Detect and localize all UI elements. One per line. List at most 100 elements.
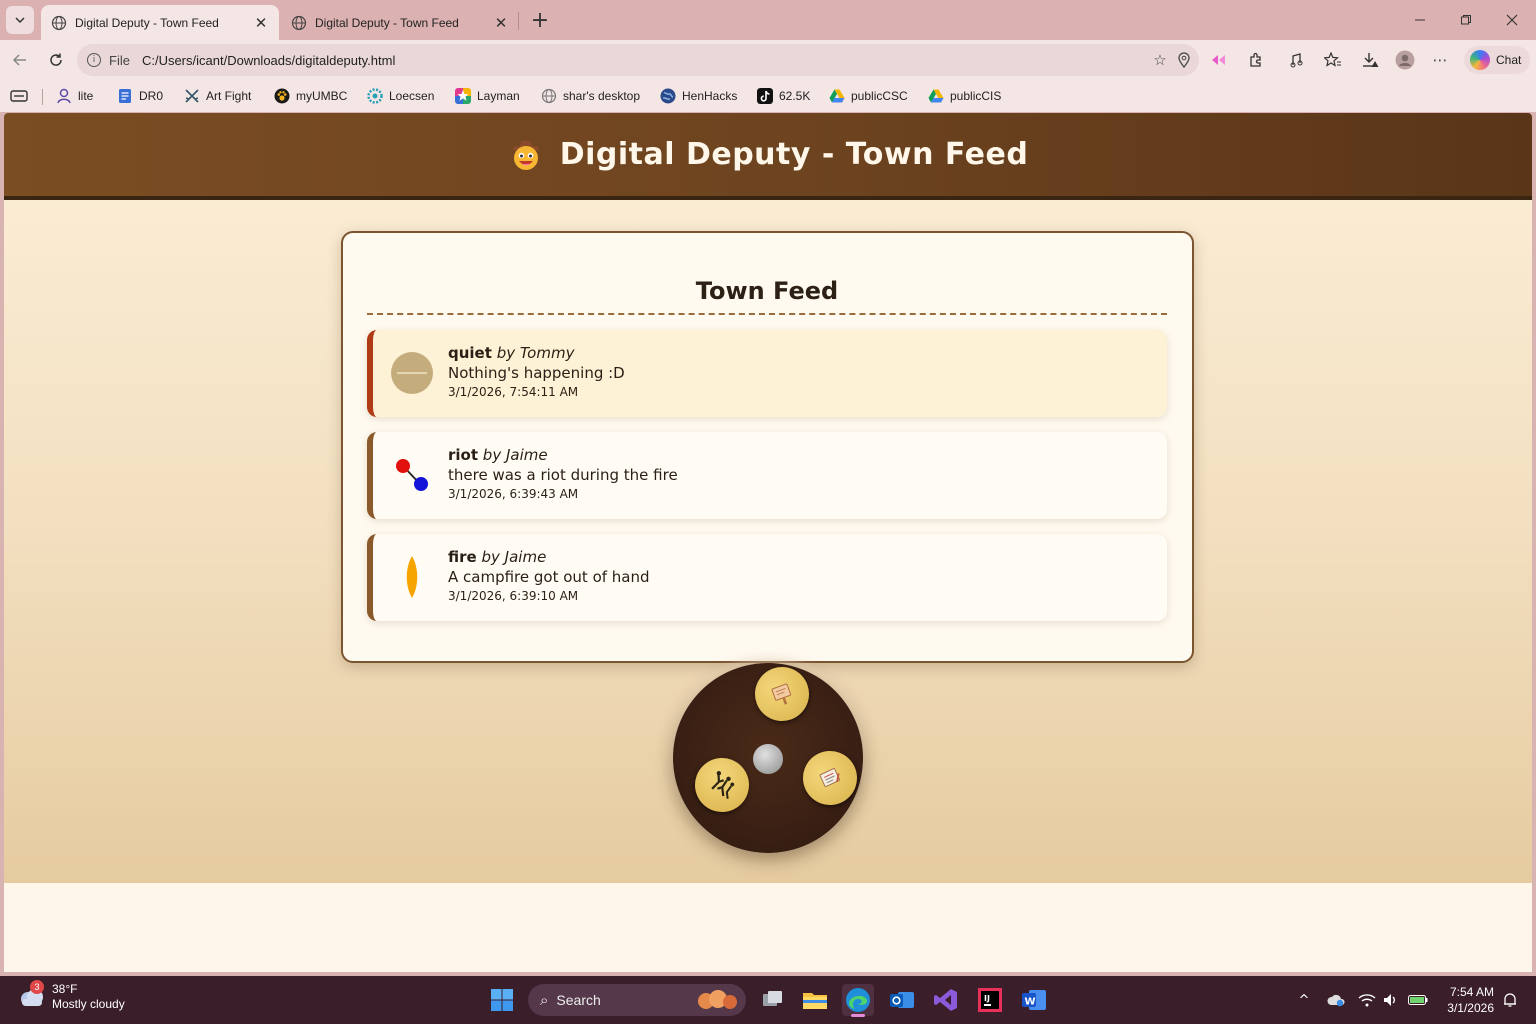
favorites-icon[interactable]	[1323, 50, 1343, 70]
bookmark-label: publicCIS	[950, 89, 1002, 103]
start-button[interactable]	[486, 984, 518, 1016]
bookmarks-toggle[interactable]	[10, 86, 28, 106]
bookmark-publiccsc[interactable]: publicCSC	[829, 86, 908, 106]
favorite-star-icon[interactable]: ☆	[1150, 50, 1170, 70]
system-clock[interactable]: 7:54 AM 3/1/2026	[1436, 984, 1494, 1016]
post-header: riot by Jaime	[448, 446, 548, 464]
bookmark-label: Art Fight	[206, 89, 252, 103]
tab-strip: Digital Deputy - Town Feed ✕ Digital Dep…	[0, 0, 1536, 40]
drive-icon	[928, 89, 944, 103]
bookmark-label: lite	[78, 89, 94, 103]
edge-browser-button[interactable]	[842, 984, 874, 1017]
crowd-icon	[711, 771, 735, 799]
feed-post[interactable]: fire by Jaime A campfire got out of hand…	[367, 534, 1167, 621]
bookmark-dr0[interactable]: DR0	[117, 86, 163, 106]
sign-icon	[771, 683, 792, 705]
bookmark-publiccis[interactable]: publicCIS	[928, 86, 1001, 106]
bookmark-label: shar's desktop	[563, 89, 640, 103]
downloads-icon[interactable]	[1360, 50, 1380, 70]
intellij-button[interactable]: IJ	[974, 984, 1006, 1016]
chevron-down-icon	[15, 17, 25, 24]
bookmark-62-5k[interactable]: 62.5K	[757, 86, 810, 106]
tab-digital-deputy-1[interactable]: Digital Deputy - Town Feed ✕	[41, 5, 279, 40]
volume-icon[interactable]	[1381, 990, 1401, 1010]
fire-icon	[406, 556, 418, 598]
feed-post[interactable]: riot by Jaime there was a riot during th…	[367, 432, 1167, 519]
taskbar-search[interactable]: ⌕ Search	[528, 984, 746, 1016]
battery-icon[interactable]	[1408, 990, 1428, 1010]
bookmark-myumbc[interactable]: myUMBC	[274, 86, 347, 106]
report-icon	[819, 768, 840, 787]
close-window-button[interactable]	[1500, 8, 1524, 32]
search-icon: ⌕	[540, 991, 549, 1009]
location-pin-icon[interactable]	[1174, 50, 1194, 70]
post-by: by	[481, 548, 500, 566]
visual-studio-button[interactable]	[930, 984, 962, 1016]
back-button[interactable]	[8, 48, 32, 72]
wifi-icon[interactable]	[1357, 990, 1377, 1010]
bookmark-shars-desktop[interactable]: shar's desktop	[541, 86, 640, 106]
intellij-icon: IJ	[978, 988, 1002, 1012]
bookmark-henhacks[interactable]: HenHacks	[660, 86, 737, 106]
globe-icon	[541, 88, 557, 104]
file-explorer-button[interactable]	[799, 984, 831, 1016]
bookmark-label: Layman	[477, 89, 520, 103]
restore-icon	[1461, 15, 1471, 25]
extensions-icon[interactable]	[1246, 50, 1266, 70]
minimize-button[interactable]	[1408, 8, 1432, 32]
tab-digital-deputy-2[interactable]: Digital Deputy - Town Feed ✕	[281, 5, 519, 40]
close-tab-icon[interactable]: ✕	[253, 15, 269, 32]
wheel-hub[interactable]	[753, 744, 783, 774]
search-highlight-icon	[698, 990, 737, 1009]
copilot-chat-button[interactable]: Chat	[1464, 46, 1530, 74]
word-button[interactable]: W	[1018, 984, 1050, 1016]
post-timestamp: 3/1/2026, 6:39:43 AM	[448, 487, 579, 501]
media-icon[interactable]	[1209, 50, 1229, 70]
post-type: quiet	[448, 344, 492, 362]
close-tab-icon[interactable]: ✕	[493, 15, 509, 32]
bookmark-label: DR0	[139, 89, 164, 103]
outlook-icon	[890, 992, 914, 1008]
restore-button[interactable]	[1454, 8, 1478, 32]
bookmark-separator	[42, 89, 43, 105]
globe-icon	[291, 15, 307, 30]
star-icon	[455, 88, 471, 104]
windows-logo-icon	[491, 989, 513, 1011]
bookmark-loecsen[interactable]: Loecsen	[367, 86, 434, 106]
globe-icon	[660, 88, 676, 104]
search-label: Search	[556, 992, 601, 1008]
weather-widget[interactable]: 3 38°F Mostly cloudy	[16, 980, 125, 1012]
new-tab-button[interactable]: +	[528, 8, 552, 33]
wheel-button-crowd[interactable]	[687, 750, 757, 820]
bookmark-lite[interactable]: lite	[56, 86, 93, 106]
feed-post[interactable]: quiet by Tommy Nothing's happening :D 3/…	[367, 330, 1167, 417]
tab-actions-menu-button[interactable]	[6, 6, 34, 34]
refresh-button[interactable]	[44, 48, 68, 72]
post-by: by	[482, 446, 502, 464]
globe-icon	[51, 15, 67, 30]
post-by: by	[496, 344, 516, 362]
onedrive-icon[interactable]	[1326, 990, 1346, 1010]
clock-time: 7:54 AM	[1449, 985, 1494, 999]
site-info-icon[interactable]: i	[87, 53, 101, 67]
read-aloud-icon[interactable]	[1288, 50, 1308, 70]
person-icon	[57, 88, 71, 104]
tab-title: Digital Deputy - Town Feed	[315, 15, 459, 30]
minimize-icon	[1415, 19, 1425, 21]
site-title: Digital Deputy - Town Feed	[508, 137, 1029, 173]
more-options-icon[interactable]: ⋯	[1430, 50, 1450, 70]
profile-avatar-icon[interactable]	[1395, 50, 1415, 70]
bookmark-layman[interactable]: Layman	[455, 86, 520, 106]
bookmark-art-fight[interactable]: Art Fight	[184, 86, 251, 106]
post-body: there was a riot during the fire	[448, 466, 678, 484]
notifications-bell-icon[interactable]	[1500, 990, 1520, 1010]
reading-list-icon	[10, 90, 28, 102]
quiet-icon	[391, 352, 433, 394]
site-title-text: Digital Deputy - Town Feed	[559, 137, 1029, 172]
riot-icon	[396, 459, 428, 491]
task-view-button[interactable]	[756, 984, 788, 1016]
chat-label: Chat	[1496, 53, 1522, 67]
address-bar[interactable]: i File C:/Users/icant/Downloads/digitald…	[77, 44, 1199, 76]
show-hidden-icons-chevron-icon[interactable]: ^	[1294, 990, 1314, 1010]
outlook-button[interactable]	[886, 984, 918, 1016]
